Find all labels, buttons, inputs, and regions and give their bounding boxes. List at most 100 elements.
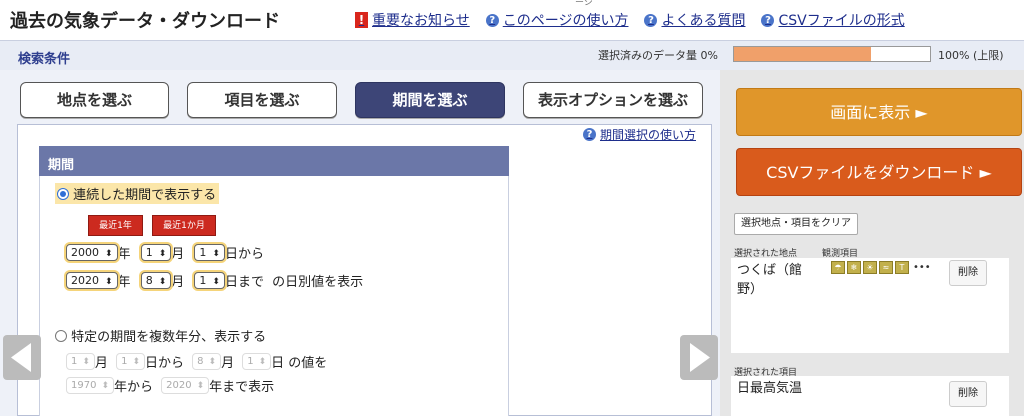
side-panel: 画面に表示 ► CSVファイルをダウンロード ► 選択地点・項目をクリア 選択さ… (720, 70, 1024, 416)
year-from-label: 年から (114, 380, 154, 395)
top-links: ! 重要なお知らせ ? このページの使い方 ? よくある質問 ? CSVファイルの形式 (355, 10, 905, 30)
question-icon: ? (582, 128, 596, 141)
multi-year-row: 1970 ⬍ 年から 2020 ⬍ 年まで表示 (66, 376, 274, 395)
continuous-period-option[interactable]: 連続した期間で表示する (55, 183, 220, 204)
multi-start-year-value: 1970 (71, 380, 97, 391)
search-conditions-bar: 検索条件 選択済みのデータ量 0% 100% (上限) (0, 40, 1024, 70)
start-day-value: 1 (199, 246, 207, 259)
from-day-label: 日から (224, 247, 264, 262)
data-amount-progress (733, 46, 931, 62)
data-amount-label: 選択済みのデータ量 0% (598, 49, 718, 62)
question-icon: ? (761, 13, 775, 27)
multi-start-day-select[interactable]: 1 ⬍ (116, 353, 145, 370)
csv-format-link-label: CSVファイルの形式 (778, 13, 905, 29)
howto-link[interactable]: ? このページの使い方 (485, 10, 629, 30)
start-month-value: 1 (145, 246, 153, 259)
select-arrow-icon: ⬍ (208, 357, 217, 367)
notice-link[interactable]: ! 重要なお知らせ (355, 10, 470, 30)
continuous-period-radio[interactable] (57, 188, 69, 200)
data-limit-label: 100% (上限) (938, 49, 1004, 62)
day-values-label: 日 の値を (271, 356, 328, 371)
to-day-label: 日まで (224, 275, 264, 290)
faq-link-label: よくある質問 (661, 13, 746, 29)
period-section-body: 連続した期間で表示する 最近1年 最近1か月 2000 ⬍ 年 1 ⬍ 月 1 ⬍ 日から … (39, 176, 509, 416)
end-day-value: 1 (199, 274, 207, 287)
prev-tab-button[interactable] (3, 335, 41, 380)
multi-year-radio[interactable] (55, 330, 67, 342)
notice-link-label: 重要なお知らせ (372, 13, 470, 29)
multi-start-year-select[interactable]: 1970 ⬍ (66, 377, 114, 394)
continuous-period-label: 連続した期間で表示する (73, 188, 217, 203)
multi-end-year-select[interactable]: 2020 ⬍ (161, 377, 210, 394)
clear-selection-button[interactable]: 選択地点・項目をクリア (734, 213, 858, 235)
top-fragment: ーシ (575, 0, 593, 8)
select-arrow-icon: ⬍ (158, 249, 167, 259)
csv-format-link[interactable]: ? CSVファイルの形式 (761, 10, 905, 30)
end-year-select[interactable]: 2020 ⬍ (66, 272, 118, 289)
last-year-button[interactable]: 最近1年 (88, 215, 143, 236)
month-label: 月 (221, 356, 235, 371)
multi-end-day-value: 1 (247, 356, 254, 367)
period-section-title: 期間 (39, 146, 509, 176)
download-csv-button[interactable]: CSVファイルをダウンロード ► (736, 148, 1022, 196)
end-day-select[interactable]: 1 ⬍ (194, 272, 225, 289)
progress-fill (734, 47, 872, 61)
howto-link-label: このページの使い方 (502, 13, 629, 29)
end-year-value: 2020 (71, 274, 99, 287)
end-month-select[interactable]: 8 ⬍ (140, 272, 172, 289)
exclamation-icon: ! (355, 12, 368, 28)
select-arrow-icon: ⬍ (105, 249, 113, 259)
more-icons: ••• (913, 262, 931, 273)
multi-end-month-select[interactable]: 8 ⬍ (192, 353, 222, 370)
tab-location[interactable]: 地点を選ぶ (20, 82, 169, 118)
multi-end-month-value: 8 (197, 356, 204, 367)
year-label: 年 (117, 275, 131, 290)
next-tab-button[interactable] (680, 335, 718, 380)
wind-icon: ≈ (879, 261, 893, 274)
page-title: 過去の気象データ・ダウンロード (10, 11, 280, 32)
start-month-select[interactable]: 1 ⬍ (140, 244, 172, 261)
start-year-select[interactable]: 2000 ⬍ (66, 244, 118, 261)
station-name: つくば（館野） (737, 263, 803, 297)
top-header: ーシ 過去の気象データ・ダウンロード ! 重要なお知らせ ? このページの使い方 ?… (0, 0, 1024, 40)
month-label: 月 (94, 356, 108, 371)
arrow-right-icon (690, 343, 710, 372)
period-usage-link[interactable]: ? 期間選択の使い方 (582, 126, 696, 143)
select-arrow-icon: ⬍ (258, 357, 267, 367)
multi-year-option[interactable]: 特定の期間を複数年分、表示する (55, 326, 266, 345)
daily-values-label: の日別値を表示 (272, 275, 364, 290)
multi-start-month-select[interactable]: 1 ⬍ (66, 353, 95, 370)
select-arrow-icon: ⬍ (212, 277, 220, 287)
multi-day-row: 1 ⬍ 月 1 ⬍ 日から 8 ⬍ 月 1 ⬍ 日 の値を (66, 352, 327, 371)
tab-period[interactable]: 期間を選ぶ (355, 82, 505, 118)
year-label: 年 (117, 247, 131, 262)
search-conditions-label: 検索条件 (18, 52, 71, 67)
end-month-value: 8 (145, 274, 153, 287)
selected-stations-list: つくば（館野） ☂ ❄ ☀ ≈ T ••• 削除 (731, 258, 1009, 353)
multi-year-label: 特定の期間を複数年分、表示する (71, 330, 267, 345)
tab-items[interactable]: 項目を選ぶ (187, 82, 337, 118)
end-date-row: 2020 ⬍ 年 8 ⬍ 月 1 ⬍ 日まで の日別値を表示 (66, 271, 363, 290)
period-content: ? 期間選択の使い方 期間 連続した期間で表示する 最近1年 最近1か月 2000… (17, 124, 712, 416)
multi-end-year-value: 2020 (166, 380, 192, 391)
multi-end-day-select[interactable]: 1 ⬍ (242, 353, 272, 370)
tab-display-options[interactable]: 表示オプションを選ぶ (523, 82, 703, 118)
main-panel: 地点を選ぶ 項目を選ぶ 期間を選ぶ 表示オプションを選ぶ ? 期間選択の使い方 期… (0, 70, 720, 416)
period-usage-link-label: 期間選択の使い方 (599, 128, 696, 142)
faq-link[interactable]: ? よくある質問 (644, 10, 745, 30)
month-label: 月 (171, 247, 185, 262)
delete-item-button[interactable]: 削除 (949, 381, 987, 407)
select-arrow-icon: ⬍ (82, 357, 90, 367)
start-day-select[interactable]: 1 ⬍ (194, 244, 225, 261)
select-arrow-icon: ⬍ (196, 381, 205, 391)
multi-start-month-value: 1 (71, 356, 78, 367)
delete-station-button[interactable]: 削除 (949, 260, 987, 286)
show-on-screen-button[interactable]: 画面に表示 ► (736, 88, 1022, 136)
sun-icon: ☀ (863, 261, 877, 274)
start-year-value: 2000 (71, 246, 99, 259)
app-root: ーシ 過去の気象データ・ダウンロード ! 重要なお知らせ ? このページの使い方 ?… (0, 0, 1024, 416)
select-arrow-icon: ⬍ (132, 357, 140, 367)
select-arrow-icon: ⬍ (212, 249, 220, 259)
selected-items-list: 日最高気温 削除 (731, 376, 1009, 416)
last-month-button[interactable]: 最近1か月 (152, 215, 216, 236)
